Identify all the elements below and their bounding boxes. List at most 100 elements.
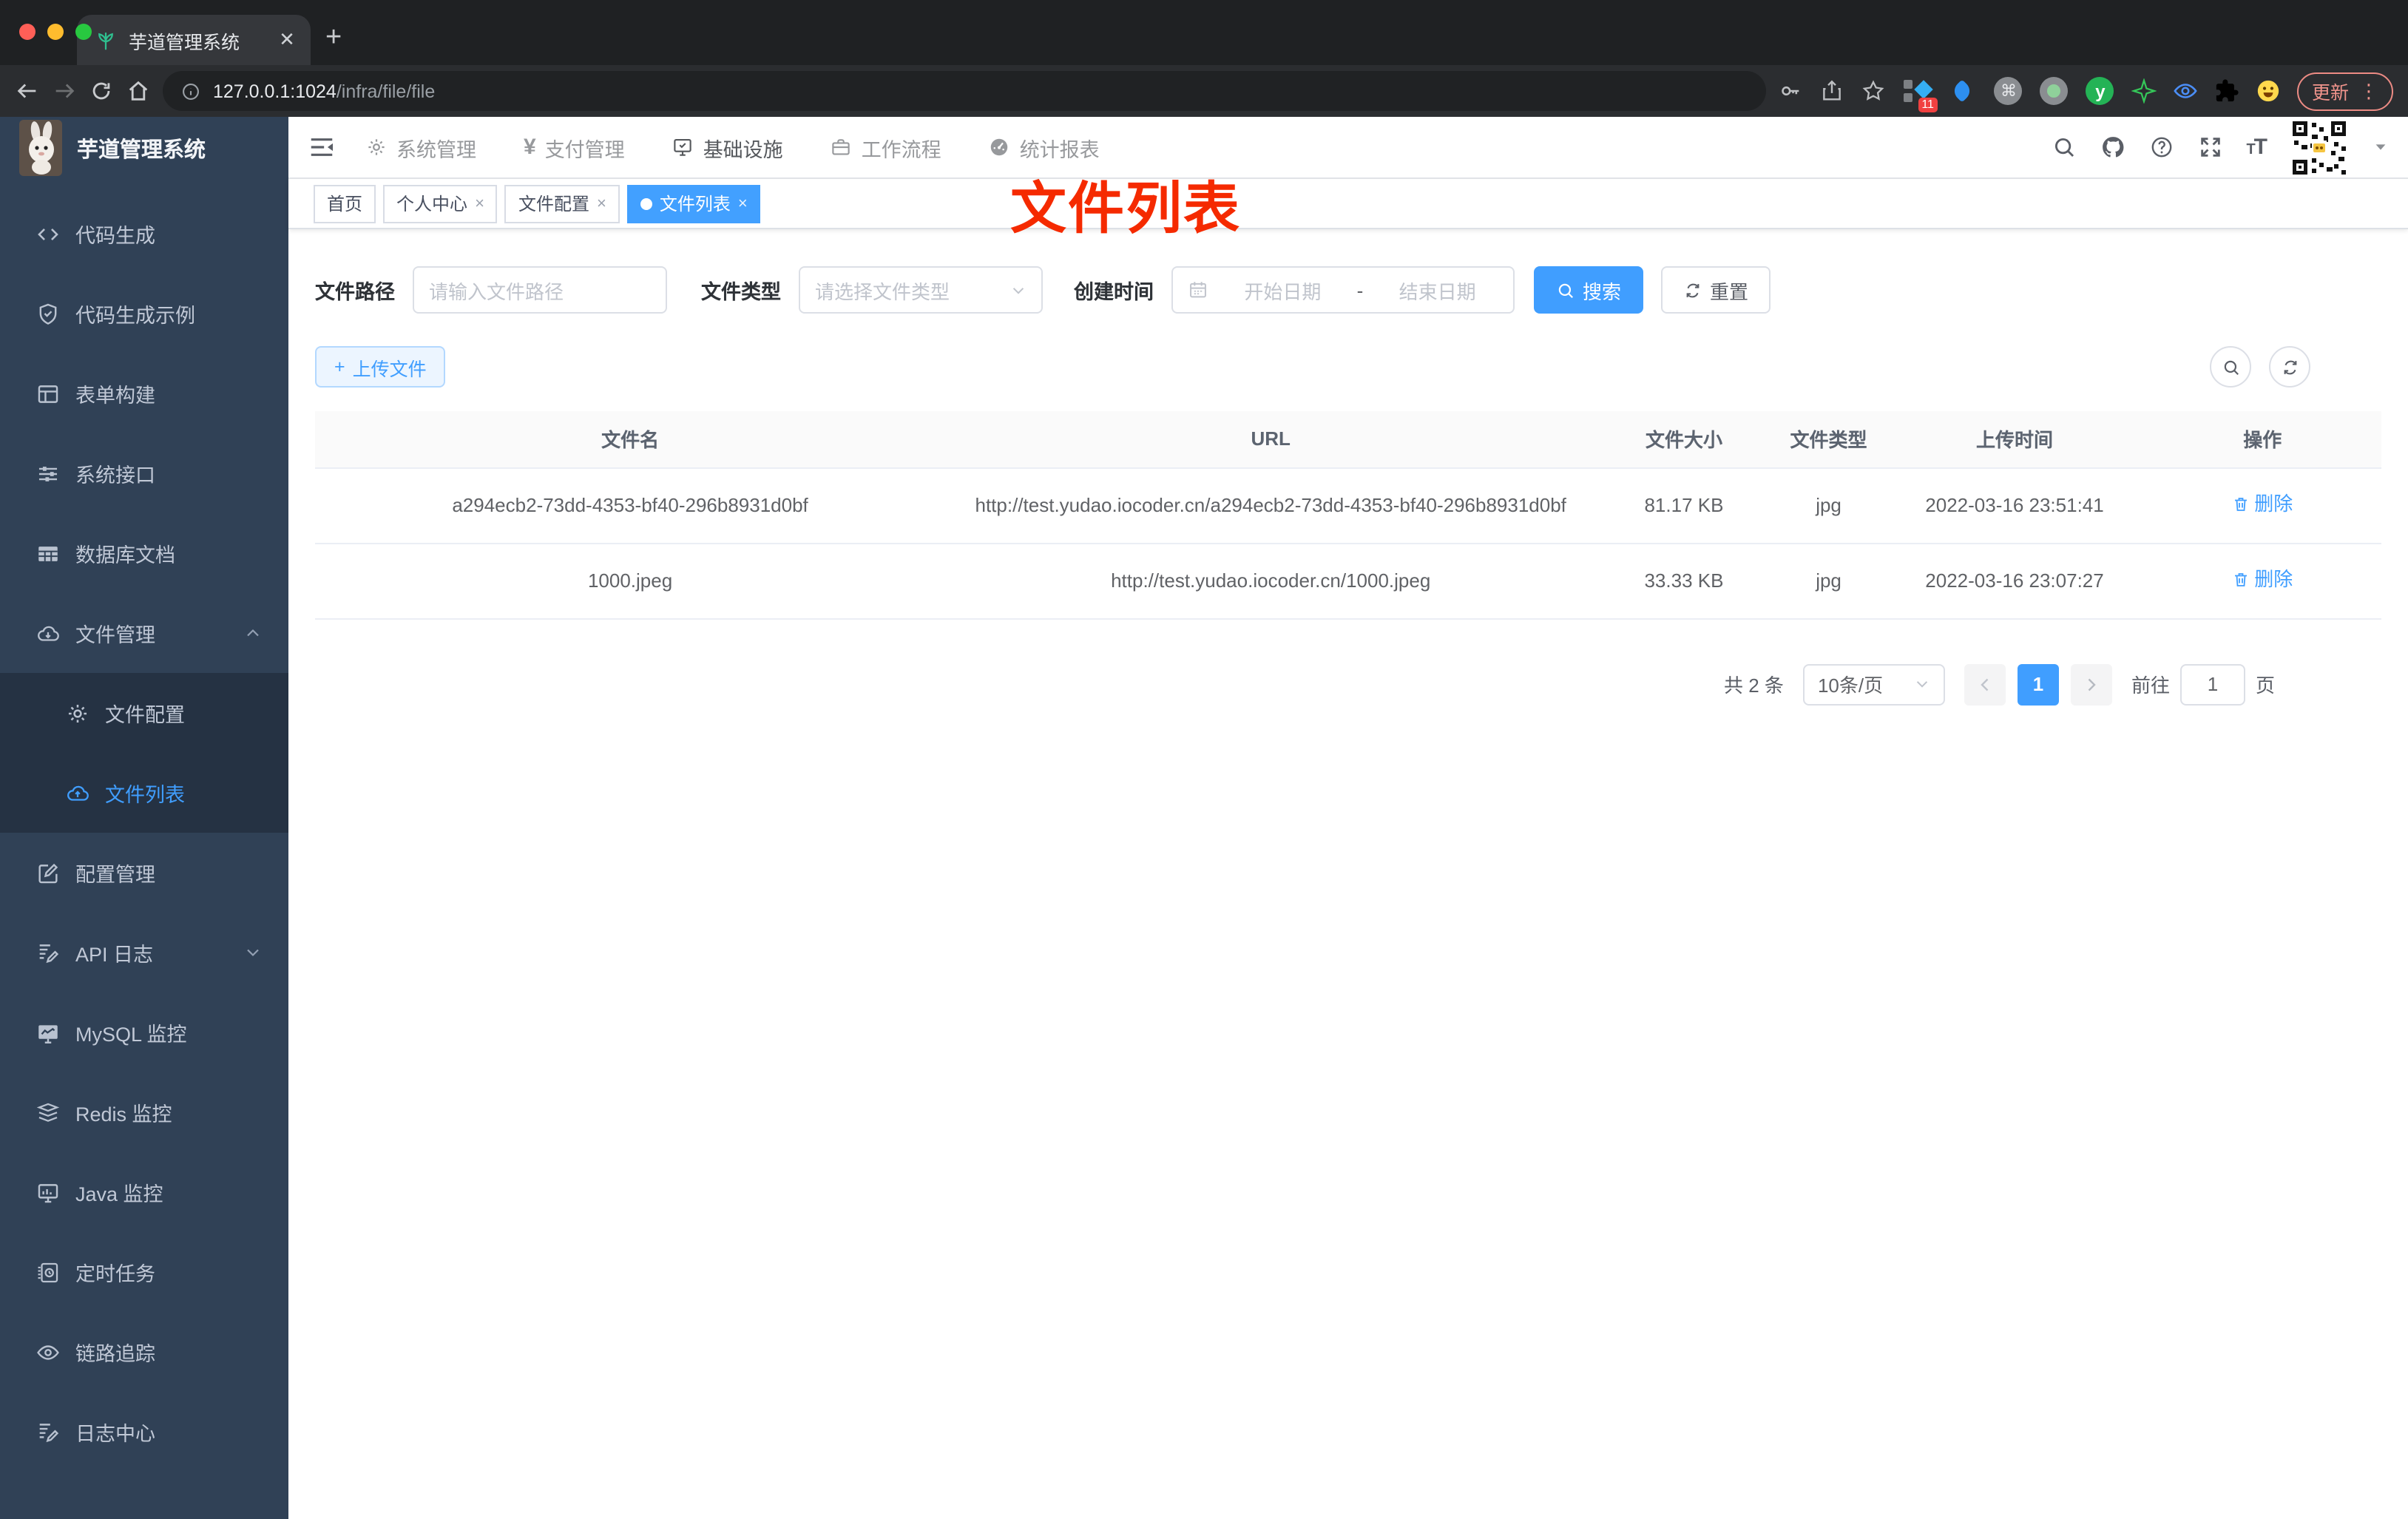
cell-file-type: jpg <box>1771 543 1886 620</box>
fullscreen-icon[interactable] <box>2197 135 2222 160</box>
file-path-input[interactable]: 请输入文件路径 <box>413 266 667 314</box>
refresh-icon <box>1683 280 1702 300</box>
browser-tab[interactable]: 芋道管理系统 ✕ <box>77 15 311 65</box>
browser-menu-icon[interactable]: ⋮ <box>2359 79 2378 103</box>
extensions-puzzle-icon[interactable] <box>2214 78 2239 104</box>
sidebar-item-label: 表单构建 <box>75 385 155 407</box>
cell-file-size: 33.33 KB <box>1596 543 1772 620</box>
topnav-workflow[interactable]: 工作流程 <box>831 132 941 162</box>
help-icon[interactable] <box>2148 135 2174 160</box>
prev-page-button[interactable] <box>1964 663 2006 706</box>
extension-kite-icon[interactable] <box>1948 76 1978 106</box>
search-button[interactable]: 搜索 <box>1534 266 1644 314</box>
close-icon[interactable]: × <box>597 194 606 212</box>
tab-close-icon[interactable]: ✕ <box>275 28 299 52</box>
extension-star-icon[interactable] <box>2131 78 2157 104</box>
extension-recorder-icon[interactable] <box>2040 76 2069 106</box>
topnav-payment[interactable]: ¥ 支付管理 <box>524 132 625 162</box>
sidebar-collapse-icon[interactable] <box>308 133 336 161</box>
gauge-icon <box>989 136 1011 158</box>
macos-traffic-lights[interactable] <box>19 24 92 40</box>
reset-button[interactable]: 重置 <box>1661 266 1771 314</box>
delete-button[interactable]: 删除 <box>2232 563 2293 595</box>
font-size-icon[interactable]: TT <box>2246 135 2267 160</box>
close-window-button[interactable] <box>19 24 35 40</box>
sidebar-item-label: 数据库文档 <box>75 544 175 566</box>
sidebar-item-system-api[interactable]: 系统接口 <box>0 433 288 513</box>
end-date-placeholder[interactable]: 结束日期 <box>1376 276 1498 304</box>
sidebar-item-label: Redis 监控 <box>75 1103 172 1126</box>
back-icon[interactable] <box>15 78 40 104</box>
url-bar[interactable]: 127.0.0.1:1024/infra/file/file <box>163 71 1766 111</box>
tag-home[interactable]: 首页 <box>314 184 376 223</box>
app-title: 芋道管理系统 <box>77 138 206 162</box>
new-tab-button[interactable]: + <box>325 22 342 55</box>
page-number-1[interactable]: 1 <box>2017 663 2059 706</box>
sidebar-item-api-log[interactable]: API 日志 <box>0 913 288 992</box>
timer-notebook-icon <box>35 1259 61 1285</box>
caret-down-icon[interactable] <box>2373 139 2389 155</box>
sidebar-item-config-manage[interactable]: 配置管理 <box>0 833 288 913</box>
sidebar-item-java-monitor[interactable]: Java 监控 <box>0 1152 288 1232</box>
topnav-system[interactable]: 系统管理 <box>365 132 476 162</box>
page-size-select[interactable]: 10条/页 <box>1802 663 1945 706</box>
sidebar-item-trace[interactable]: 链路追踪 <box>0 1312 288 1392</box>
sidebar-item-log-center[interactable]: 日志中心 <box>0 1392 288 1472</box>
sidebar-item-code-demo[interactable]: 代码生成示例 <box>0 274 288 353</box>
app-logo-row[interactable]: 芋道管理系统 <box>0 117 288 179</box>
topnav-infrastructure[interactable]: 基础设施 <box>672 132 783 162</box>
sidebar-item-mysql-monitor[interactable]: MySQL 监控 <box>0 992 288 1072</box>
cell-url: http://test.yudao.iocoder.cn/a294ecb2-73… <box>945 467 1597 544</box>
start-date-placeholder[interactable]: 开始日期 <box>1222 276 1344 304</box>
forward-icon[interactable] <box>52 78 77 104</box>
extension-y-icon[interactable]: y <box>2086 76 2115 106</box>
extension-command-icon[interactable]: ⌘ <box>1994 76 2023 106</box>
sidebar-item-code-gen[interactable]: 代码生成 <box>0 194 288 274</box>
tag-file-list[interactable]: 文件列表 × <box>626 184 761 223</box>
delete-button[interactable]: 删除 <box>2232 487 2293 520</box>
site-info-icon[interactable] <box>180 81 201 101</box>
upload-file-button[interactable]: + 上传文件 <box>315 346 446 388</box>
reload-icon[interactable] <box>89 78 114 104</box>
share-icon[interactable] <box>1819 78 1844 104</box>
minimize-window-button[interactable] <box>47 24 64 40</box>
sidebar-item-label: 链路追踪 <box>75 1343 155 1365</box>
close-icon[interactable]: × <box>475 194 484 212</box>
sidebar-item-form-builder[interactable]: 表单构建 <box>0 353 288 433</box>
password-key-icon[interactable] <box>1778 78 1803 104</box>
browser-tabstrip: 芋道管理系统 ✕ + <box>0 0 2408 65</box>
database-grid-icon <box>35 541 61 566</box>
date-range-picker[interactable]: 开始日期 - 结束日期 <box>1171 266 1515 314</box>
goto-page-input[interactable] <box>2179 663 2245 706</box>
refresh-table-button[interactable] <box>2269 346 2310 388</box>
tag-file-config[interactable]: 文件配置 × <box>504 184 620 223</box>
browser-toolbar: 127.0.0.1:1024/infra/file/file 11 ⌘ y 更新… <box>0 65 2408 117</box>
sidebar-item-file-list[interactable]: 文件列表 <box>0 753 288 833</box>
table-row: a294ecb2-73dd-4353-bf40-296b8931d0bf htt… <box>315 467 2381 544</box>
sidebar-item-db-doc[interactable]: 数据库文档 <box>0 513 288 593</box>
home-icon[interactable] <box>126 78 151 104</box>
sidebar-item-file-manage[interactable]: 文件管理 <box>0 593 288 673</box>
sidebar-item-file-config[interactable]: 文件配置 <box>0 673 288 753</box>
file-type-label: 文件类型 <box>701 281 781 303</box>
user-avatar-qr[interactable] <box>2290 118 2349 177</box>
file-type-select[interactable]: 请选择文件类型 <box>799 266 1043 314</box>
bookmark-star-icon[interactable] <box>1861 78 1886 104</box>
profile-emoji-icon[interactable] <box>2256 78 2281 104</box>
toggle-search-button[interactable] <box>2210 346 2251 388</box>
close-icon[interactable]: × <box>738 194 748 212</box>
sidebar-item-redis-monitor[interactable]: Redis 监控 <box>0 1072 288 1152</box>
monitor-chart-icon <box>35 1020 61 1045</box>
next-page-button[interactable] <box>2070 663 2112 706</box>
chrome-update-button[interactable]: 更新 ⋮ <box>2296 72 2393 110</box>
extension-tabs-icon[interactable]: 11 <box>1902 76 1938 112</box>
github-icon[interactable] <box>2100 135 2125 160</box>
tag-profile[interactable]: 个人中心 × <box>383 184 498 223</box>
file-table: 文件名 URL 文件大小 文件类型 上传时间 操作 a294ecb2-73dd-… <box>315 411 2381 620</box>
extension-eye-icon[interactable] <box>2173 78 2198 104</box>
zoom-window-button[interactable] <box>75 24 92 40</box>
topnav-report[interactable]: 统计报表 <box>989 132 1100 162</box>
search-icon[interactable] <box>2051 135 2076 160</box>
sidebar-item-scheduled-tasks[interactable]: 定时任务 <box>0 1232 288 1312</box>
sidebar-item-label: 文件管理 <box>75 624 155 646</box>
